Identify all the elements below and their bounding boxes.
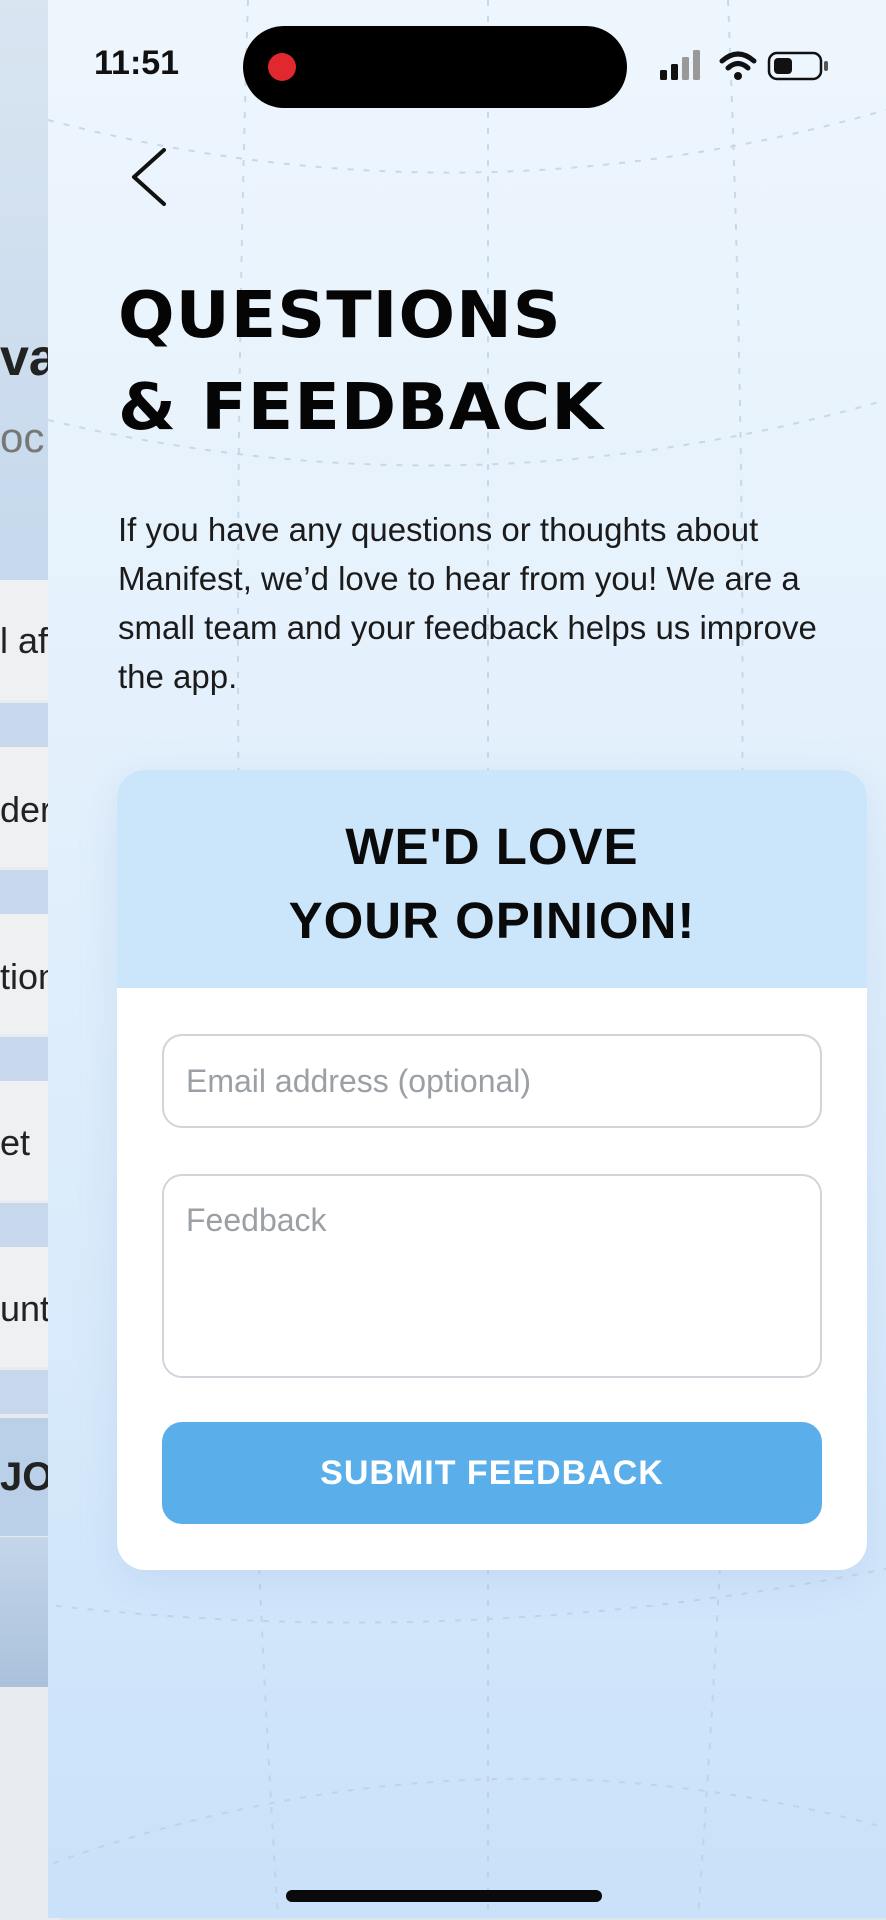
intro-text: If you have any questions or thoughts ab… [118, 511, 817, 695]
page-title: QUESTIONS & FEEDBACK [118, 270, 604, 454]
recording-indicator-icon [268, 53, 296, 81]
feedback-card-title-line: WE'D LOVE [345, 818, 639, 875]
page-title-line: & FEEDBACK [118, 371, 604, 445]
feedback-card-title: WE'D LOVE YOUR OPINION! [117, 810, 867, 958]
feedback-card-title-line: YOUR OPINION! [288, 892, 696, 949]
chevron-left-icon [132, 148, 166, 206]
feedback-card-header: WE'D LOVE YOUR OPINION! [117, 770, 867, 988]
background-text: der [0, 789, 53, 830]
status-icons [660, 50, 828, 81]
page-title-line: QUESTIONS [118, 279, 562, 353]
background-text: oc [0, 414, 45, 461]
status-time: 11:51 [94, 44, 180, 82]
submit-feedback-button[interactable]: SUBMIT FEEDBACK [162, 1422, 822, 1524]
signal-icon [660, 50, 700, 80]
feedback-card: WE'D LOVE YOUR OPINION! SUBMIT FEEDBACK [117, 770, 867, 1570]
wifi-icon [719, 51, 757, 80]
email-field[interactable] [162, 1034, 822, 1128]
dynamic-island [243, 26, 627, 108]
battery-icon [767, 51, 828, 81]
back-button[interactable] [120, 142, 180, 212]
home-indicator [286, 1890, 602, 1902]
feedback-screen: 11:51 QUESTIONS & FEEDBACK If you have a… [48, 0, 886, 1918]
background-text: unt [0, 1288, 51, 1329]
background-text: et [0, 1122, 31, 1163]
feedback-field[interactable] [162, 1174, 822, 1378]
